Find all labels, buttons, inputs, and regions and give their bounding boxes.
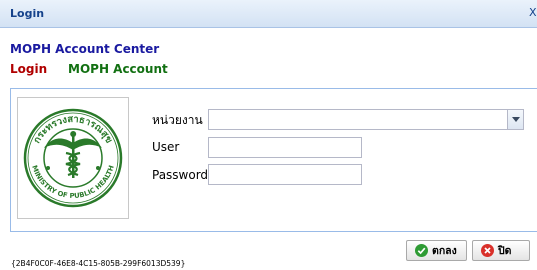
session-guid: {2B4F0C0F-46E8-4C15-805B-299F6013D539}	[11, 259, 186, 268]
check-icon	[415, 244, 428, 257]
moph-logo: กระทรวงสาธารณสุข MINISTRY OF PUBLIC HEAL…	[17, 97, 129, 219]
ok-button[interactable]: ตกลง	[406, 240, 467, 261]
moph-seal-icon: กระทรวงสาธารณสุข MINISTRY OF PUBLIC HEAL…	[23, 108, 123, 208]
password-label: Password	[152, 168, 209, 182]
ok-button-label: ตกลง	[432, 245, 457, 257]
close-icon	[481, 244, 494, 257]
login-form-panel: กระทรวงสาธารณสุข MINISTRY OF PUBLIC HEAL…	[10, 88, 537, 232]
unit-label: หน่วยงาน	[152, 113, 203, 127]
login-heading: Login	[10, 62, 48, 76]
chevron-down-icon	[512, 117, 520, 122]
user-label: User	[152, 140, 180, 154]
app-name: MOPH Account Center	[10, 42, 160, 56]
cancel-button-label: ปิด	[498, 245, 512, 257]
window-title: Login	[10, 7, 45, 20]
unit-dropdown-trigger[interactable]	[507, 110, 523, 129]
unit-select[interactable]	[208, 109, 524, 130]
close-window-button[interactable]: X	[529, 6, 537, 20]
cancel-button[interactable]: ปิด	[472, 240, 530, 261]
header: MOPH Account Center Login MOPH Account	[0, 28, 537, 88]
window-titlebar: Login X	[0, 0, 537, 28]
account-heading: MOPH Account	[68, 62, 168, 76]
footer: {2B4F0C0F-46E8-4C15-805B-299F6013D539} ต…	[0, 232, 537, 270]
user-input[interactable]	[208, 137, 362, 158]
password-input[interactable]	[208, 164, 362, 185]
